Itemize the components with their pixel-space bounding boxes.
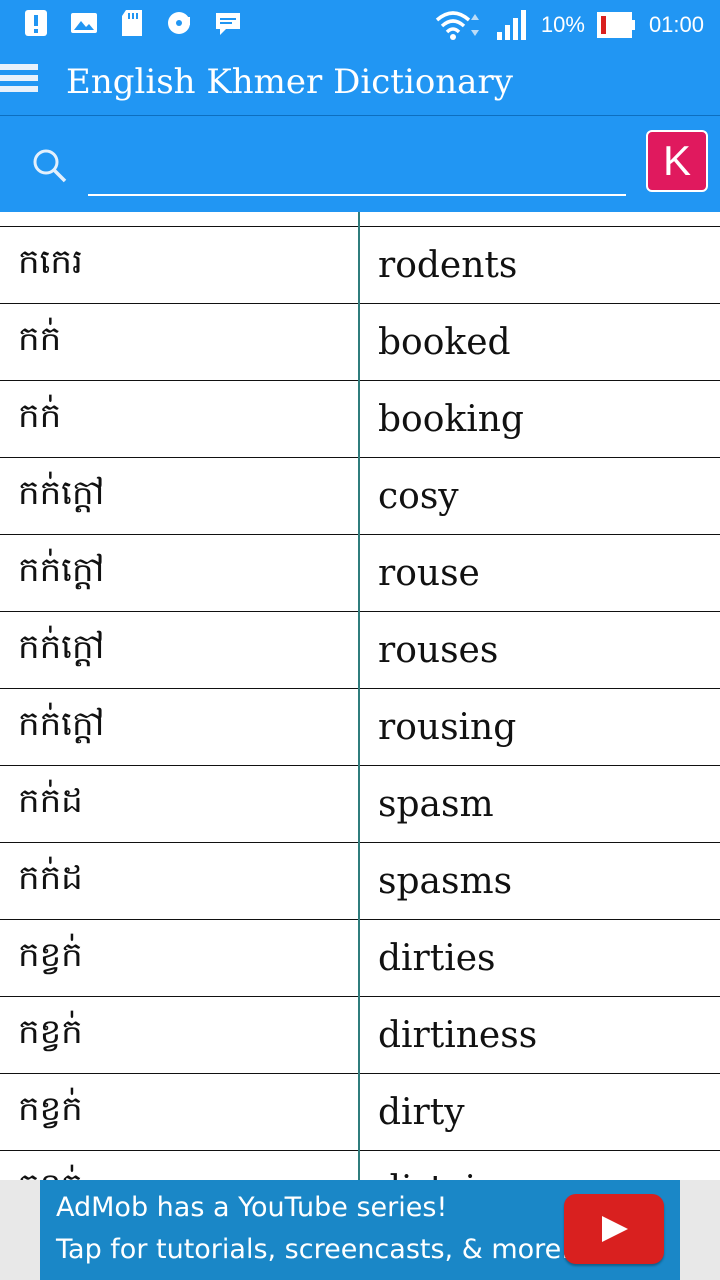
khmer-word: កក់ក្ដៅ [18, 550, 105, 590]
english-word: dirty [378, 1091, 465, 1133]
search-bar: K [0, 116, 720, 212]
word-list[interactable]: កកេរ rodents កក់ booked កក់ booking កក់ក្ដៅ cos… [0, 212, 720, 1180]
media-icon [168, 12, 190, 34]
image-icon [71, 13, 97, 33]
english-word: booked [378, 321, 511, 363]
app-bar: English Khmer Dictionary [0, 50, 720, 116]
signal-icon [496, 10, 526, 40]
battery-icon [596, 12, 635, 38]
english-word: cosy [378, 475, 459, 517]
search-underline [88, 194, 626, 196]
alert-icon [25, 10, 47, 36]
search-input[interactable] [88, 152, 630, 192]
battery-percent: 10% [540, 12, 585, 37]
table-row[interactable]: កក់ booking [0, 381, 720, 458]
wifi-icon [435, 11, 479, 40]
khmer-word: កខ្វក់ [18, 935, 83, 975]
khmer-word: កក់ [18, 319, 62, 359]
khmer-word: កក់ក្ដៅ [18, 473, 105, 513]
table-row[interactable]: កក់ដ spasms [0, 843, 720, 920]
english-word: rodents [378, 244, 518, 286]
sd-card-icon [122, 10, 142, 36]
table-row[interactable]: កខ្វក់ dirtying [0, 1151, 720, 1180]
app-title: English Khmer Dictionary [66, 62, 513, 102]
table-row[interactable]: កខ្វក់ dirties [0, 920, 720, 997]
table-row[interactable]: កខ្វក់ dirty [0, 1074, 720, 1151]
english-word: spasm [378, 783, 494, 825]
ad-subtext: Tap for tutorials, screencasts, & more. [56, 1234, 570, 1265]
english-word: dirtiness [378, 1014, 538, 1056]
message-icon [216, 13, 240, 35]
menu-icon[interactable] [0, 64, 38, 100]
english-word: booking [378, 398, 524, 440]
english-word: rouses [378, 629, 499, 671]
table-row[interactable]: កខ្វក់ dirtiness [0, 997, 720, 1074]
play-icon [602, 1216, 628, 1242]
khmer-word: កក់ដ [18, 858, 83, 898]
khmer-word: កក់ក្ដៅ [18, 627, 105, 667]
status-bar: 10% 01:00 [0, 0, 720, 50]
table-row[interactable]: កក់ក្ដៅ cosy [0, 458, 720, 535]
english-word: rousing [378, 706, 517, 748]
english-word: rouse [378, 552, 480, 594]
khmer-word: កខ្វក់ [18, 1012, 83, 1052]
table-row[interactable]: កក់ដ spasm [0, 766, 720, 843]
khmer-word: កខ្វក់ [18, 1151, 358, 1180]
english-word: dirtying [378, 1151, 718, 1181]
ad-banner[interactable]: AdMob has a YouTube series! Tap for tuto… [40, 1180, 680, 1280]
khmer-word: កកេរ [18, 242, 83, 282]
keyboard-toggle-button[interactable]: K [646, 130, 708, 192]
table-row[interactable]: កក់ក្ដៅ rouse [0, 535, 720, 612]
ad-headline: AdMob has a YouTube series! [56, 1192, 448, 1223]
notification-icons [22, 8, 242, 38]
khmer-word: កក់ដ [18, 781, 83, 821]
table-row[interactable] [0, 212, 720, 227]
english-word: spasms [378, 860, 513, 902]
table-row[interactable]: កក់ក្ដៅ rouses [0, 612, 720, 689]
table-row[interactable]: កក់ក្ដៅ rousing [0, 689, 720, 766]
column-divider [358, 212, 360, 1180]
english-word: dirties [378, 937, 496, 979]
table-row[interactable]: កកេរ rodents [0, 227, 720, 304]
khmer-word: កក់ក្ដៅ [18, 704, 105, 744]
khmer-word: កខ្វក់ [18, 1089, 83, 1129]
search-icon[interactable] [30, 146, 70, 186]
clock: 01:00 [648, 12, 704, 37]
khmer-word: កក់ [18, 396, 62, 436]
table-row[interactable]: កក់ booked [0, 304, 720, 381]
youtube-play-button[interactable] [564, 1194, 664, 1264]
system-status: 10% 01:00 [433, 8, 704, 42]
